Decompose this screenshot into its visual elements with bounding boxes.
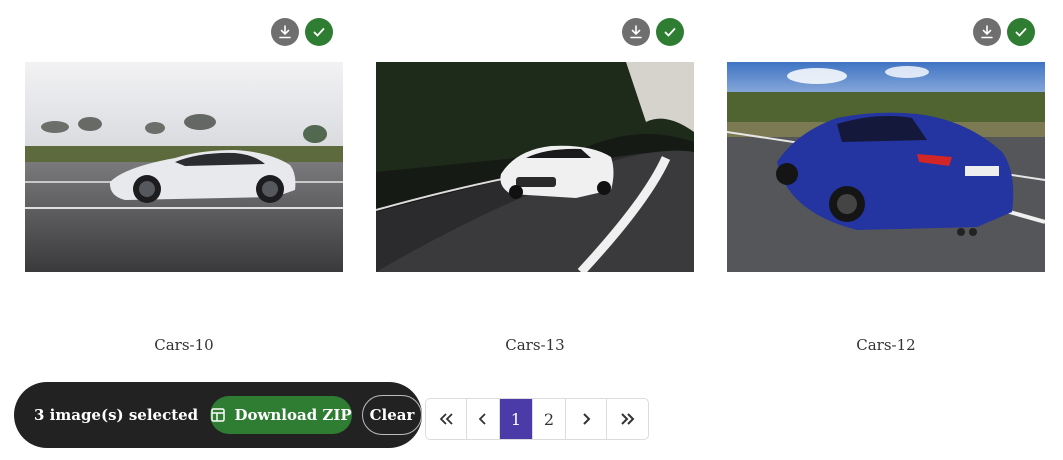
selection-bar: 3 image(s) selected Download ZIP Clear (14, 382, 422, 448)
page-1-button[interactable]: 1 (500, 399, 533, 439)
page-2-button[interactable]: 2 (533, 399, 566, 439)
car-photo[interactable] (727, 62, 1045, 272)
download-button[interactable] (973, 18, 1001, 46)
car-image (25, 62, 343, 272)
download-zip-label: Download ZIP (234, 406, 352, 424)
image-card[interactable]: Cars-10 (25, 0, 343, 370)
image-caption: Cars-10 (154, 336, 214, 354)
double-chevron-left-icon (439, 413, 453, 425)
archive-icon (211, 408, 226, 422)
image-card[interactable]: Cars-12 (727, 0, 1045, 370)
download-icon (981, 25, 993, 39)
image-caption: Cars-13 (505, 336, 565, 354)
clear-selection-button[interactable]: Clear (361, 395, 422, 435)
pagination: 1 2 (425, 398, 649, 440)
next-page-button[interactable] (566, 399, 607, 439)
check-icon (313, 28, 325, 37)
double-chevron-right-icon (620, 413, 634, 425)
select-toggle-button[interactable] (1007, 18, 1035, 46)
image-card[interactable]: Cars-13 (376, 0, 694, 370)
select-toggle-button[interactable] (305, 18, 333, 46)
chevron-right-icon (583, 413, 591, 425)
car-image (727, 62, 1045, 272)
download-icon (630, 25, 642, 39)
select-toggle-button[interactable] (656, 18, 684, 46)
image-caption: Cars-12 (856, 336, 916, 354)
check-icon (664, 28, 676, 37)
chevron-left-icon (478, 413, 486, 425)
check-icon (1015, 28, 1027, 37)
car-image (376, 62, 694, 272)
first-page-button[interactable] (426, 399, 467, 439)
download-button[interactable] (271, 18, 299, 46)
download-zip-button[interactable]: Download ZIP (210, 396, 352, 434)
download-icon (279, 25, 291, 39)
selection-count: 3 image(s) selected (34, 406, 199, 424)
car-photo[interactable] (25, 62, 343, 272)
last-page-button[interactable] (607, 399, 648, 439)
previous-page-button[interactable] (467, 399, 500, 439)
car-photo[interactable] (376, 62, 694, 272)
download-button[interactable] (622, 18, 650, 46)
